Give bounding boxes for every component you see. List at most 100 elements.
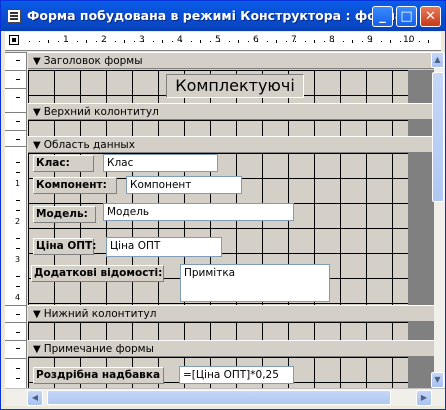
vertical-scrollbar[interactable]: ▲ ▼: [431, 52, 445, 388]
price-field[interactable]: Ціна ОПТ: [106, 237, 222, 257]
ruler-tick: [266, 41, 268, 42]
ruler-tick: [171, 41, 173, 42]
ruler-number: 6: [253, 35, 259, 45]
ruler-tick: [48, 40, 49, 43]
page-footer-label: Нижний колонтитул: [43, 308, 157, 320]
horizontal-scroll-thumb[interactable]: [47, 390, 391, 405]
page-footer-section[interactable]: [28, 322, 408, 340]
ruler-number: 2: [15, 217, 21, 226]
ruler-tick: [276, 40, 277, 43]
detail-label: Область данных: [43, 139, 135, 151]
section-arrow-icon: ▼: [33, 344, 41, 355]
component-field[interactable]: Компонент: [126, 176, 242, 194]
ruler-tick: [181, 41, 182, 42]
ruler-tick: [16, 314, 20, 315]
ruler-tick: [114, 41, 116, 42]
horizontal-scrollbar[interactable]: ◀ ▶: [5, 388, 445, 406]
ruler-tick: [209, 41, 211, 42]
price-label[interactable]: Ціна ОПТ:: [33, 238, 96, 255]
ruler-tick: [16, 172, 20, 173]
ruler-tick: [16, 332, 20, 333]
form-header-bar[interactable]: ▼ Заголовок формы: [28, 52, 434, 69]
ruler-tick: [38, 41, 40, 42]
ruler-tick: [16, 368, 20, 369]
ruler-tick: [16, 162, 20, 163]
ruler-tick: [16, 276, 20, 277]
horizontal-ruler: 1 2 3 4 5 6 7 8 9 10: [5, 32, 441, 51]
notes-field[interactable]: Примітка: [180, 264, 330, 302]
ruler-number: 3: [139, 35, 145, 45]
form-designer-window: Форма побудована в режимі Конструктора :…: [0, 0, 446, 410]
title-bar[interactable]: Форма побудована в режимі Конструктора :…: [1, 1, 445, 31]
ruler-tick: [380, 41, 382, 42]
vertical-scroll-thumb[interactable]: [432, 72, 444, 202]
form-icon[interactable]: [7, 9, 21, 23]
ruler-tick: [295, 41, 296, 42]
window-title: Форма побудована в режимі Конструктора :…: [27, 8, 404, 23]
minimize-button[interactable]: _: [372, 6, 393, 27]
ruler-tick: [16, 200, 20, 201]
ruler-tick: [16, 238, 20, 239]
ruler-tick: [219, 41, 220, 42]
ruler-tick: [67, 41, 68, 42]
ruler-tick: [409, 41, 410, 42]
ruler-tick: [152, 41, 154, 42]
ruler-tick: [190, 41, 192, 42]
class-field[interactable]: Клас: [103, 154, 218, 172]
ruler-tick: [352, 40, 353, 43]
class-label[interactable]: Клас:: [33, 155, 94, 172]
ruler-tick: [228, 41, 230, 42]
page-footer-bar[interactable]: ▼ Нижний колонтитул: [28, 305, 434, 322]
section-arrow-icon: ▼: [33, 309, 41, 320]
section-edge: [408, 120, 434, 136]
page-header-label: Верхний колонтитул: [43, 106, 159, 118]
maximize-button[interactable]: □: [396, 6, 417, 27]
ruler-tick: [124, 40, 125, 43]
scroll-right-button[interactable]: ▶: [416, 390, 432, 406]
section-arrow-icon: ▼: [33, 140, 41, 151]
ruler-number: 9: [367, 35, 373, 45]
ruler-number: 10: [403, 35, 415, 45]
additional-info-label[interactable]: Додаткові відомості:: [31, 265, 164, 282]
scroll-left-button[interactable]: ◀: [27, 390, 43, 406]
ruler-tick: [143, 41, 144, 42]
page-header-section[interactable]: [28, 120, 408, 136]
section-arrow-icon: ▼: [33, 107, 41, 118]
ruler-tick: [16, 97, 20, 98]
form-footer-label: Примечание формы: [43, 343, 154, 355]
ruler-tick: [86, 40, 87, 43]
ruler-tick: [95, 41, 97, 42]
scroll-up-button[interactable]: ▲: [431, 52, 444, 68]
scroll-down-button[interactable]: ▼: [431, 372, 444, 388]
retail-markup-field[interactable]: =[Ціна ОПТ]*0,25: [179, 366, 294, 384]
ruler-number: 1: [63, 35, 69, 45]
ruler-number: 4: [15, 293, 21, 302]
form-selector[interactable]: [9, 35, 19, 45]
detail-bar[interactable]: ▼ Область данных: [28, 136, 434, 153]
close-button[interactable]: ✕: [420, 6, 441, 27]
ruler-tick: [16, 286, 20, 287]
ruler-tick: [238, 40, 239, 43]
section-arrow-icon: ▼: [33, 56, 41, 67]
ruler-number: 8: [329, 35, 335, 45]
form-title-label[interactable]: Комплектуючі: [166, 74, 304, 98]
retail-markup-label[interactable]: Роздрібна надбавка: [33, 367, 164, 384]
model-label[interactable]: Модель:: [33, 206, 96, 223]
page-header-bar[interactable]: ▼ Верхний колонтитул: [28, 103, 434, 120]
ruler-tick: [16, 210, 20, 211]
form-footer-bar[interactable]: ▼ Примечание формы: [28, 340, 434, 357]
ruler-tick: [314, 40, 315, 43]
model-field[interactable]: Модель: [103, 203, 294, 221]
ruler-tick: [200, 40, 201, 43]
design-surface: ▼ Заголовок формы Комплектуючі ▼ Верхний к…: [28, 52, 434, 388]
ruler-number: 1: [15, 179, 21, 188]
ruler-tick: [16, 60, 20, 61]
ruler-tick: [16, 139, 20, 140]
ruler-tick: [257, 41, 258, 42]
ruler-number: 5: [215, 35, 221, 45]
component-label[interactable]: Компонент:: [33, 177, 117, 194]
ruler-tick: [428, 40, 429, 43]
ruler-tick: [16, 378, 20, 379]
section-edge: [408, 70, 434, 103]
ruler-tick: [16, 79, 20, 80]
